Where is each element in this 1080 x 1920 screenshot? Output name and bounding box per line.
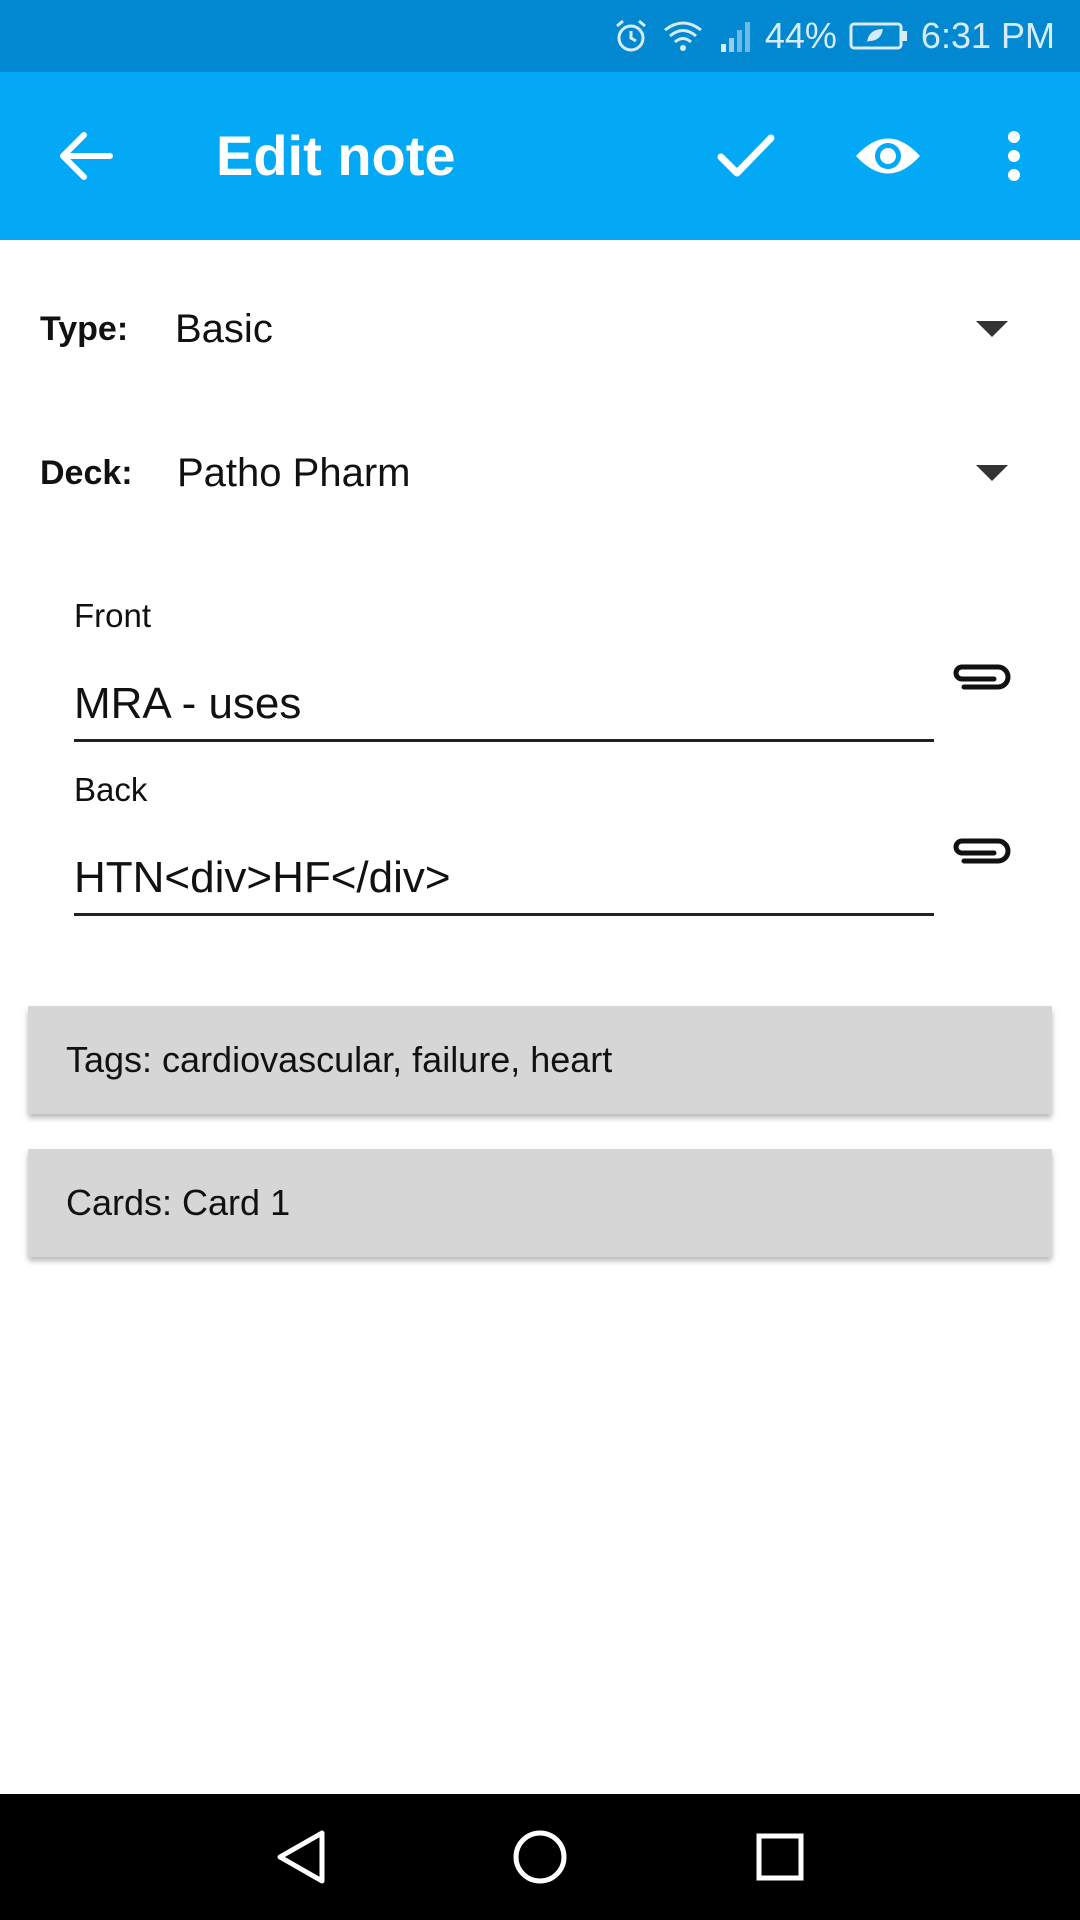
dropdown-caret-icon [976,321,1008,337]
back-field-label: Back [74,771,148,808]
overflow-menu-button[interactable] [996,116,1032,196]
checkmark-icon [717,134,775,177]
dropdown-caret-icon [976,465,1008,481]
front-field-input[interactable]: MRA - uses [74,669,934,742]
front-field-label: Front [74,597,152,634]
status-bar: 44% 6:31 PM [0,0,1080,72]
back-attach-button[interactable] [948,831,1012,871]
save-button[interactable] [712,116,780,196]
home-circle-icon [513,1830,567,1884]
back-triangle-icon [277,1830,325,1884]
nav-recents-button[interactable] [740,1817,820,1897]
wifi-icon [663,21,702,51]
note-type-selector[interactable]: Type: Basic [0,269,1080,389]
note-type-value: Basic [175,307,273,351]
battery-percent: 44% [764,15,837,56]
alarm-icon [615,19,646,52]
cards-text: Cards: Card 1 [66,1182,291,1223]
note-type-label: Type: [40,310,129,348]
eye-icon [856,138,920,174]
back-field-input[interactable]: HTN<div>HF</div> [74,843,934,916]
cards-button[interactable]: Cards: Card 1 [28,1149,1052,1257]
front-attach-button[interactable] [948,657,1012,697]
paperclip-icon [953,664,1011,690]
nav-home-button[interactable] [500,1817,580,1897]
navigation-bar [0,1794,1080,1920]
nav-back-button[interactable] [260,1817,340,1897]
deck-value: Patho Pharm [177,451,411,495]
back-arrow-icon [60,132,113,180]
tags-button[interactable]: Tags: cardiovascular, failure, heart [28,1006,1052,1114]
back-button[interactable] [54,124,118,188]
battery-saver-icon [849,22,907,50]
page-title: Edit note [216,124,456,187]
deck-selector[interactable]: Deck: Patho Pharm [0,413,1080,533]
signal-icon [720,22,750,52]
deck-label: Deck: [40,454,133,492]
clock: 6:31 PM [920,15,1055,56]
app-bar: Edit note [0,72,1080,240]
overflow-menu-icon [1008,131,1020,181]
recents-square-icon [756,1833,804,1881]
preview-button[interactable] [852,116,924,196]
tags-text: Tags: cardiovascular, failure, heart [66,1039,613,1080]
paperclip-icon [953,838,1011,864]
